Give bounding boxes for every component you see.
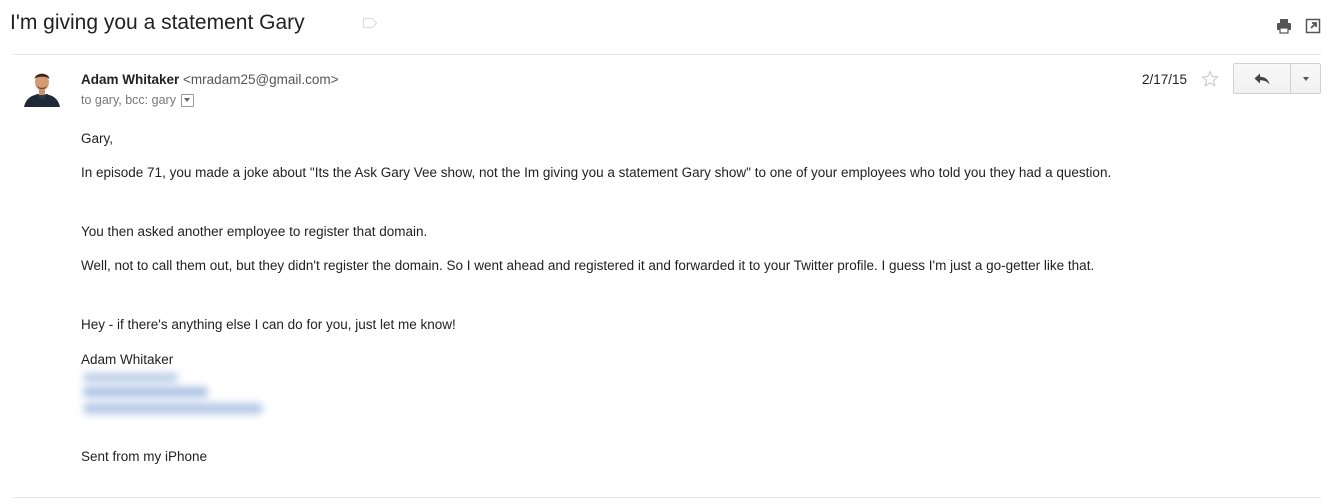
sender-email: <mradam25@gmail.com> (183, 72, 339, 87)
recipients-line: to gary, bcc: gary (81, 93, 194, 107)
reply-button[interactable] (1234, 64, 1292, 93)
label-tag-icon[interactable] (362, 17, 378, 29)
more-options-button[interactable] (1291, 64, 1320, 93)
sender-name[interactable]: Adam Whitaker (81, 72, 179, 87)
chevron-down-icon (1302, 76, 1309, 81)
sent-from-text: Sent from my iPhone (81, 449, 208, 464)
new-window-icon[interactable] (1305, 18, 1321, 34)
signature-name: Adam Whitaker (81, 352, 174, 367)
avatar[interactable] (22, 67, 62, 107)
body-paragraph: Well, not to call them out, but they did… (81, 258, 1095, 273)
body-greeting: Gary, (81, 131, 114, 146)
divider (13, 54, 1321, 55)
star-icon[interactable] (1201, 70, 1219, 88)
subject-bar: I'm giving you a statement Gary (0, 0, 1334, 54)
email-date: 2/17/15 (1142, 72, 1188, 87)
sender-line: Adam Whitaker <mradam25@gmail.com> (81, 72, 339, 87)
email-view: I'm giving you a statement Gary Adam Whi… (0, 0, 1334, 504)
body-paragraph: Hey - if there's anything else I can do … (81, 317, 456, 332)
chevron-down-icon[interactable] (180, 93, 194, 107)
recipients-text: to gary, bcc: gary (81, 93, 176, 107)
divider (13, 497, 1321, 498)
body-paragraph: In episode 71, you made a joke about "It… (81, 165, 1112, 180)
reply-button-group (1233, 63, 1321, 94)
body-paragraph: You then asked another employee to regis… (81, 224, 428, 239)
email-subject: I'm giving you a statement Gary (10, 11, 305, 34)
redacted-signature (83, 373, 263, 414)
print-icon[interactable] (1276, 18, 1292, 34)
reply-arrow-icon (1254, 73, 1270, 84)
